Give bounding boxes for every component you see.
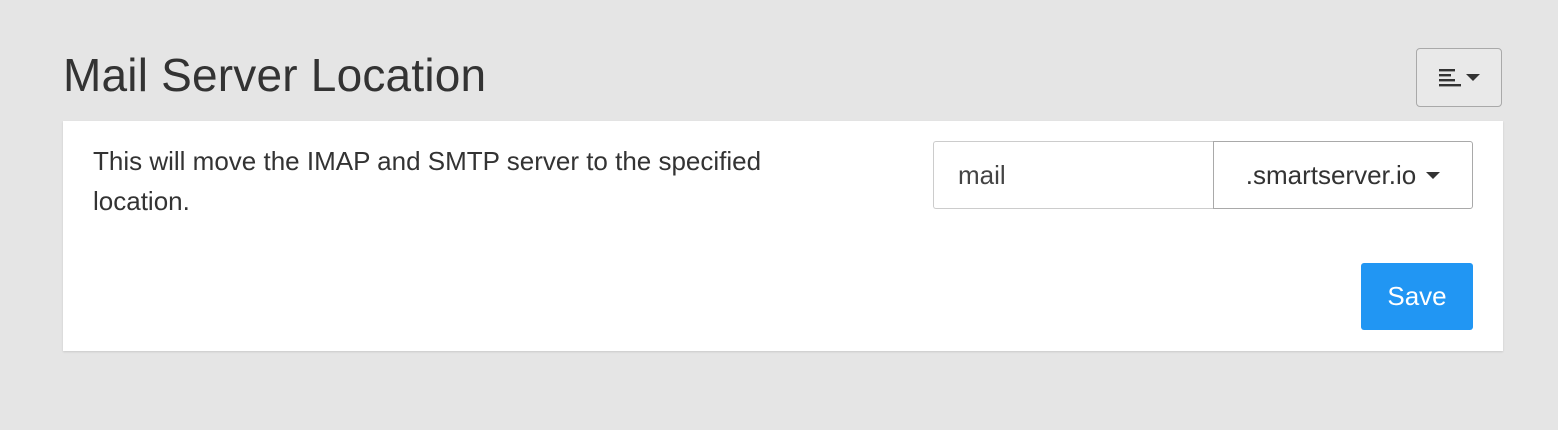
save-button[interactable]: Save	[1361, 263, 1473, 330]
description-text: This will move the IMAP and SMTP server …	[93, 146, 762, 216]
server-location-input-group: .smartserver.io	[933, 141, 1473, 209]
caret-down-icon	[1426, 171, 1441, 179]
subdomain-input[interactable]	[933, 141, 1213, 209]
align-left-icon	[1438, 68, 1461, 88]
mail-server-location-panel: This will move the IMAP and SMTP server …	[63, 121, 1503, 351]
domain-dropdown[interactable]: .smartserver.io	[1213, 141, 1473, 209]
options-menu-button[interactable]	[1416, 48, 1502, 107]
caret-down-icon	[1465, 73, 1480, 82]
page-title: Mail Server Location	[63, 49, 487, 101]
domain-dropdown-label: .smartserver.io	[1245, 159, 1417, 190]
